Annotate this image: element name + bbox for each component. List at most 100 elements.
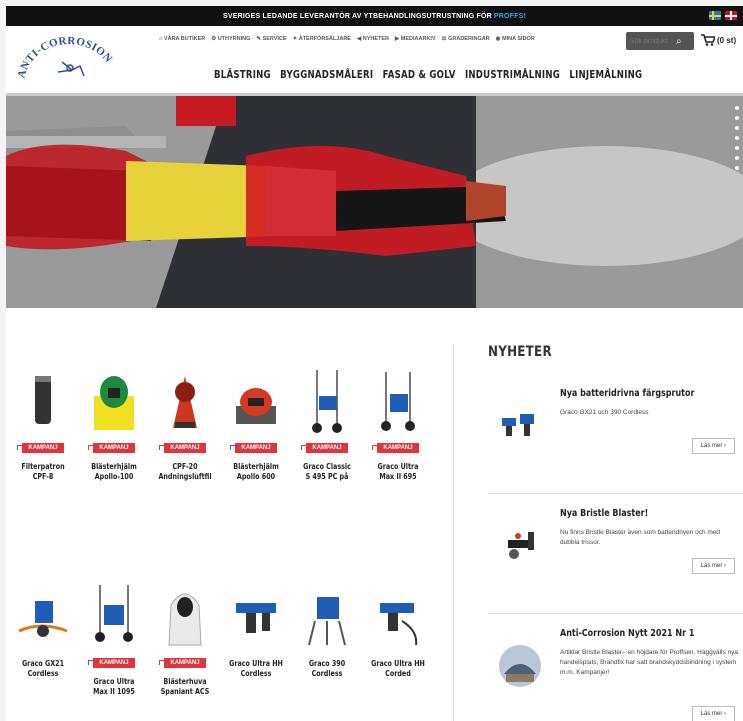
news-item: Anti-Corrosion Nytt 2021 Nr 1 Artiklar B… — [488, 614, 743, 721]
campaign-badge: KAMPANJ — [88, 658, 135, 668]
search-icon[interactable]: ⌕ — [676, 36, 682, 47]
product-image-helmet — [82, 366, 146, 436]
utility-link-news[interactable]: ◀ NYHETER — [357, 36, 389, 42]
nav-byggnadsmaleri[interactable]: BYGGNADSMÅLERI — [280, 68, 373, 81]
read-more-button[interactable]: Läs mer › — [691, 706, 735, 721]
page: SVERIGES LEDANDE LEVERANTÖR AV YTBEHANDL… — [6, 6, 743, 721]
news-item: Nya batteridrivna färgsprutor Graco GX21… — [488, 374, 743, 494]
news-text: Nu finns Bristle Blaster även som batter… — [560, 529, 721, 546]
utility-link-resellers[interactable]: ✦ ÅTERFÖRSÄLJARE — [293, 36, 351, 42]
product-name[interactable]: Graco 390 Cordless — [300, 659, 354, 679]
product-name[interactable]: Blästerhjälm Apollo-100 — [87, 462, 141, 482]
product-image-air-filter — [153, 366, 217, 436]
utility-link-my-pages[interactable]: ◉ MINA SIDOR — [496, 36, 535, 42]
product-card[interactable]: KAMPANJ CPF-20 Andningsluftfil — [153, 366, 217, 482]
hero-image — [6, 96, 743, 308]
product-card[interactable]: Graco 390 Cordless — [295, 581, 359, 679]
main-nav: BLÄSTRING BYGGNADSMÅLERI FASAD & GOLV IN… — [214, 68, 642, 81]
news-image-sprayers — [498, 404, 543, 444]
product-card[interactable]: KAMPANJ Graco Ultra Max II 1095 — [82, 581, 146, 697]
slide-dot[interactable] — [735, 166, 739, 170]
utility-link-rental[interactable]: ⚙ UTHYRNING — [211, 36, 250, 42]
product-image-390 — [295, 581, 359, 651]
product-card[interactable]: Graco GX21 Cordless — [11, 581, 75, 679]
product-name[interactable]: Graco Ultra Max II 1095 — [87, 677, 141, 697]
product-name[interactable]: Blästerhuva Spaniant ACS — [158, 677, 212, 697]
product-image-sprayer — [82, 581, 146, 651]
announcement-highlight[interactable]: PROFFS! — [494, 13, 526, 20]
campaign-badge: KAMPANJ — [88, 443, 135, 453]
read-more-button[interactable]: Läs mer › — [691, 438, 735, 454]
news-section: NYHETER Nya batteridrivna färgsprutor Gr… — [488, 344, 743, 721]
product-name[interactable]: Graco Ultra Max II 695 — [371, 462, 425, 482]
product-image-helmet-600 — [224, 366, 288, 436]
slide-dot[interactable] — [735, 146, 739, 150]
news-image-magazine — [498, 644, 543, 687]
news-title[interactable]: Nya Bristle Blaster! — [560, 508, 648, 519]
cart-button[interactable]: (0 st) — [701, 34, 736, 46]
product-image-hood — [153, 581, 217, 651]
nav-blastring[interactable]: BLÄSTRING — [214, 68, 271, 81]
announcement-text: SVERIGES LEDANDE LEVERANTÖR AV YTBEHANDL… — [222, 12, 492, 20]
campaign-badge: KAMPANJ — [301, 443, 348, 453]
product-image-sprayer — [295, 366, 359, 436]
product-name[interactable]: Graco GX21 Cordless — [16, 659, 70, 679]
product-image-filter — [11, 366, 75, 436]
site-header: ANTI-CORROSION ⌂ VÅRA BUTIKER ⚙ UTHYRNIN… — [6, 26, 743, 96]
product-name[interactable]: Filterpatron CPF-8 — [16, 462, 70, 482]
product-card[interactable]: KAMPANJ Graco Classic S 495 PC på — [295, 366, 359, 482]
campaign-badge: KAMPANJ — [159, 443, 206, 453]
utility-link-grades[interactable]: ⚖ GRADERINGAR — [442, 36, 490, 42]
svg-text:ANTI-CORROSION: ANTI-CORROSION — [15, 35, 114, 80]
product-card[interactable]: KAMPANJ Blästerhuva Spaniant ACS — [153, 581, 217, 697]
product-name[interactable]: CPF-20 Andningsluftfil — [158, 462, 212, 482]
news-title[interactable]: Nya batteridrivna färgsprutor — [560, 388, 694, 399]
cart-icon — [701, 34, 715, 46]
uk-flag-icon[interactable] — [725, 11, 737, 20]
news-text: Graco GX21 och 390 Cordless — [560, 409, 649, 416]
cart-count: (0 st) — [717, 35, 737, 45]
utility-nav: ⌂ VÅRA BUTIKER ⚙ UTHYRNING ✎ SERVICE ✦ Å… — [159, 36, 535, 42]
nav-industrimalning[interactable]: INDUSTRIMÅLNING — [465, 68, 560, 81]
slide-dot[interactable] — [735, 156, 739, 160]
campaign-badge: KAMPANJ — [159, 658, 206, 668]
hero-banner[interactable] — [6, 96, 743, 308]
product-name[interactable]: Graco Ultra HH Corded — [371, 659, 425, 679]
news-item: Nya Bristle Blaster! Nu finns Bristle Bl… — [488, 494, 743, 614]
news-text: Artiklar Bristle Blaster– en höjdare för… — [560, 649, 738, 676]
sweden-flag-icon[interactable] — [709, 11, 721, 20]
nav-fasad-golv[interactable]: FASAD & GOLV — [383, 68, 456, 81]
utility-link-service[interactable]: ✎ SERVICE — [256, 36, 286, 42]
news-heading: NYHETER — [488, 344, 552, 360]
product-card[interactable]: Graco Ultra HH Corded — [366, 581, 430, 679]
slide-dot[interactable] — [735, 126, 739, 130]
nav-linjemalning[interactable]: LINJEMÅLNING — [569, 68, 642, 81]
slide-dot[interactable] — [735, 106, 739, 110]
product-card[interactable]: KAMPANJ Blästerhjälm Apollo-100 — [82, 366, 146, 482]
product-grid: KAMPANJ Filterpatron CPF-8 KAMPANJ Bläst… — [6, 356, 444, 721]
utility-link-stores[interactable]: ⌂ VÅRA BUTIKER — [159, 36, 205, 42]
read-more-button[interactable]: Läs mer › — [691, 558, 735, 574]
anti-corrosion-logo[interactable]: ANTI-CORROSION — [14, 32, 124, 94]
product-name[interactable]: Graco Classic S 495 PC på — [300, 462, 354, 482]
product-image-sprayer — [366, 366, 430, 436]
news-image-bristle-blaster — [498, 524, 543, 564]
utility-link-media[interactable]: ▶ MEDIAARKIV — [395, 36, 436, 42]
campaign-badge: KAMPANJ — [17, 443, 64, 453]
product-name[interactable]: Blästerhjälm Apollo 600 — [229, 462, 283, 482]
product-card[interactable]: KAMPANJ Blästerhjälm Apollo 600 — [224, 366, 288, 482]
product-card[interactable]: Graco Ultra HH Cordless — [224, 581, 288, 679]
slider-dots — [735, 106, 739, 170]
product-image-gx21 — [11, 581, 75, 651]
news-title[interactable]: Anti-Corrosion Nytt 2021 Nr 1 — [560, 628, 694, 639]
product-card[interactable]: KAMPANJ Graco Ultra Max II 695 — [366, 366, 430, 482]
search-input[interactable] — [626, 33, 674, 49]
slide-dot[interactable] — [735, 116, 739, 120]
campaign-badge: KAMPANJ — [230, 443, 277, 453]
product-image-handheld — [224, 581, 288, 651]
product-card[interactable]: KAMPANJ Filterpatron CPF-8 — [11, 366, 75, 482]
top-announcement-bar: SVERIGES LEDANDE LEVERANTÖR AV YTBEHANDL… — [6, 6, 743, 26]
product-name[interactable]: Graco Ultra HH Cordless — [229, 659, 283, 679]
column-divider — [453, 344, 454, 721]
slide-dot[interactable] — [735, 136, 739, 140]
